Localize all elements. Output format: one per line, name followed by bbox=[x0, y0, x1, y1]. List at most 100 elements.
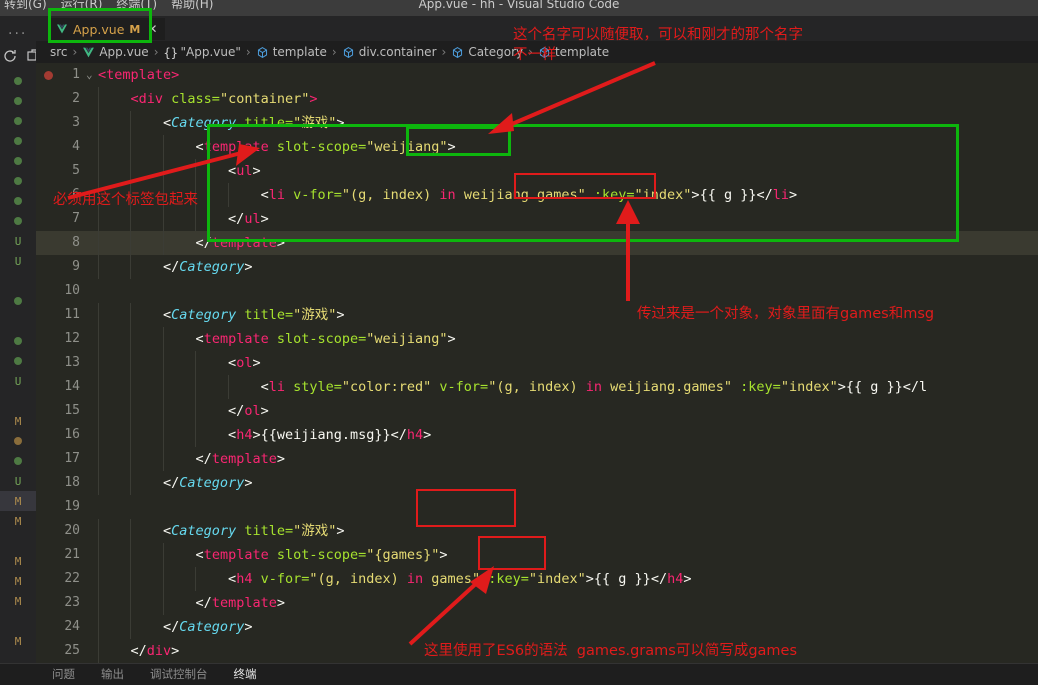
refresh-icon[interactable] bbox=[2, 48, 18, 64]
code-line[interactable]: 22 <h4 v-for="(g, index) in games" :key=… bbox=[36, 567, 1038, 591]
code-line[interactable]: 10 bbox=[36, 279, 1038, 303]
file-status-marker[interactable] bbox=[0, 71, 36, 91]
file-status-marker[interactable]: U bbox=[0, 251, 36, 271]
status-dot-icon bbox=[14, 137, 22, 145]
panel-tab[interactable]: 输出 bbox=[101, 666, 124, 682]
code-line[interactable]: 24 </Category> bbox=[36, 615, 1038, 639]
file-status-marker[interactable] bbox=[0, 331, 36, 351]
code-line[interactable]: 19 bbox=[36, 495, 1038, 519]
panel-tab-list: 问题 输出 调试控制台 终端 bbox=[52, 666, 257, 682]
fold-chevron-icon[interactable]: ⌄ bbox=[86, 63, 93, 87]
code-line[interactable]: 6 <li v-for="(g, index) in weijiang.game… bbox=[36, 183, 1038, 207]
symbol-icon bbox=[451, 46, 464, 59]
code-line[interactable]: 7 </ul> bbox=[36, 207, 1038, 231]
code-line[interactable]: 11 <Category title="游戏"> bbox=[36, 303, 1038, 327]
code-line[interactable]: 3 <Category title="游戏"> bbox=[36, 111, 1038, 135]
breadcrumb-label: src bbox=[50, 45, 68, 59]
panel-tab[interactable]: 问题 bbox=[52, 666, 75, 682]
code-lines[interactable]: 1 ⌄ <template> 2 <div class="container"> 3 <… bbox=[36, 63, 1038, 663]
file-status-marker[interactable] bbox=[0, 171, 36, 191]
code-text: <template> bbox=[98, 67, 180, 83]
line-number: 18 bbox=[64, 475, 80, 490]
code-line[interactable]: 2 <div class="container"> bbox=[36, 87, 1038, 111]
file-status-marker[interactable]: M bbox=[0, 411, 36, 431]
status-dot-icon bbox=[14, 97, 22, 105]
breadcrumb-item-appvue[interactable]: {} "App.vue" bbox=[164, 45, 241, 60]
symbol-icon bbox=[256, 46, 269, 59]
file-status-marker[interactable]: M bbox=[0, 511, 36, 531]
code-text: </template> bbox=[195, 595, 285, 611]
code-line[interactable]: 9 </Category> bbox=[36, 255, 1038, 279]
file-status-marker[interactable] bbox=[0, 131, 36, 151]
code-line[interactable]: 12 <template slot-scope="weijiang"> bbox=[36, 327, 1038, 351]
code-editor[interactable]: 1 ⌄ <template> 2 <div class="container"> 3 <… bbox=[36, 63, 1038, 663]
overflow-menu-icon[interactable]: ··· bbox=[8, 26, 27, 42]
menu-item-goto[interactable]: 转到(G) bbox=[4, 0, 47, 11]
breadcrumb-item-appvue[interactable]: App.vue bbox=[82, 45, 149, 59]
file-status-marker[interactable]: U bbox=[0, 231, 36, 251]
file-status-marker[interactable] bbox=[0, 351, 36, 371]
file-status-marker[interactable] bbox=[0, 291, 36, 311]
file-status-marker[interactable] bbox=[0, 91, 36, 111]
file-status-marker[interactable] bbox=[0, 191, 36, 211]
panel-tab[interactable]: 终端 bbox=[234, 666, 257, 682]
file-status-marker[interactable]: M bbox=[0, 551, 36, 571]
breadcrumb[interactable]: src › App.vue › {} "App.vue" › template › div.con… bbox=[36, 41, 1038, 63]
code-line[interactable]: 15 </ol> bbox=[36, 399, 1038, 423]
code-line[interactable]: 18 </Category> bbox=[36, 471, 1038, 495]
breadcrumb-separator: › bbox=[72, 45, 78, 59]
tab-app-vue[interactable]: App.vue M ✕ bbox=[50, 18, 166, 40]
file-status-marker[interactable]: M bbox=[0, 631, 36, 651]
bottom-panel: 问题 输出 调试控制台 终端 bbox=[0, 663, 1038, 685]
breadcrumb-item-src[interactable]: src bbox=[50, 45, 68, 59]
code-line[interactable]: 17 </template> bbox=[36, 447, 1038, 471]
code-line[interactable]: 20 <Category title="游戏"> bbox=[36, 519, 1038, 543]
file-status-marker[interactable]: M bbox=[0, 591, 36, 611]
file-status-marker[interactable] bbox=[0, 151, 36, 171]
code-line[interactable]: 5 <ul> bbox=[36, 159, 1038, 183]
status-dot-icon bbox=[14, 157, 22, 165]
code-text: </template> bbox=[195, 451, 285, 467]
file-status-marker[interactable] bbox=[0, 431, 36, 451]
line-number: 7 bbox=[72, 211, 80, 226]
file-status-marker[interactable] bbox=[0, 111, 36, 131]
breadcrumb-item-category[interactable]: Category bbox=[451, 45, 523, 59]
close-icon[interactable]: ✕ bbox=[147, 22, 157, 36]
code-line[interactable]: 13 <ol> bbox=[36, 351, 1038, 375]
line-number: 4 bbox=[72, 139, 80, 154]
code-text: <ol> bbox=[228, 355, 261, 371]
file-status-marker[interactable] bbox=[0, 211, 36, 231]
code-line[interactable]: 23 </template> bbox=[36, 591, 1038, 615]
side-strip: ··· UUUMUMMMMMM bbox=[0, 16, 41, 685]
file-status-marker[interactable]: M bbox=[0, 571, 36, 591]
code-line[interactable]: 14 <li style="color:red" v-for="(g, inde… bbox=[36, 375, 1038, 399]
breadcrumb-item-template[interactable]: template bbox=[538, 45, 609, 59]
code-text: <li v-for="(g, index) in weijiang.games"… bbox=[260, 187, 798, 203]
status-dot-icon bbox=[14, 77, 22, 85]
line-number: 13 bbox=[64, 355, 80, 370]
code-line[interactable]: 21 <template slot-scope="{games}"> bbox=[36, 543, 1038, 567]
status-dot-icon bbox=[14, 177, 22, 185]
line-number: 22 bbox=[64, 571, 80, 586]
code-line[interactable]: 16 <h4>{{weijiang.msg}}</h4> bbox=[36, 423, 1038, 447]
panel-tab[interactable]: 调试控制台 bbox=[150, 666, 208, 682]
vue-logo-icon bbox=[56, 23, 68, 35]
code-line[interactable]: 25 </div> bbox=[36, 639, 1038, 663]
code-line[interactable]: 4 <template slot-scope="weijiang"> bbox=[36, 135, 1038, 159]
breadcrumb-item-divcontainer[interactable]: div.container bbox=[342, 45, 437, 59]
menu-item-terminal[interactable]: 终端(T) bbox=[116, 0, 157, 11]
file-status-marker[interactable]: U bbox=[0, 371, 36, 391]
file-status-marker[interactable]: M bbox=[0, 491, 36, 511]
menu-item-run[interactable]: 运行(R) bbox=[61, 0, 103, 11]
status-dot-icon bbox=[14, 297, 22, 305]
file-status-marker[interactable]: U bbox=[0, 471, 36, 491]
menu-item-help[interactable]: 帮助(H) bbox=[171, 0, 213, 11]
breadcrumb-item-template[interactable]: template bbox=[256, 45, 327, 59]
code-line[interactable]: 1 ⌄ <template> bbox=[36, 63, 1038, 87]
line-number: 12 bbox=[64, 331, 80, 346]
breadcrumb-separator: › bbox=[331, 45, 337, 59]
code-line[interactable]: 8 </template> bbox=[36, 231, 1038, 255]
file-status-marker[interactable] bbox=[0, 451, 36, 471]
code-text: </Category> bbox=[163, 619, 253, 635]
status-dot-icon bbox=[14, 437, 22, 445]
